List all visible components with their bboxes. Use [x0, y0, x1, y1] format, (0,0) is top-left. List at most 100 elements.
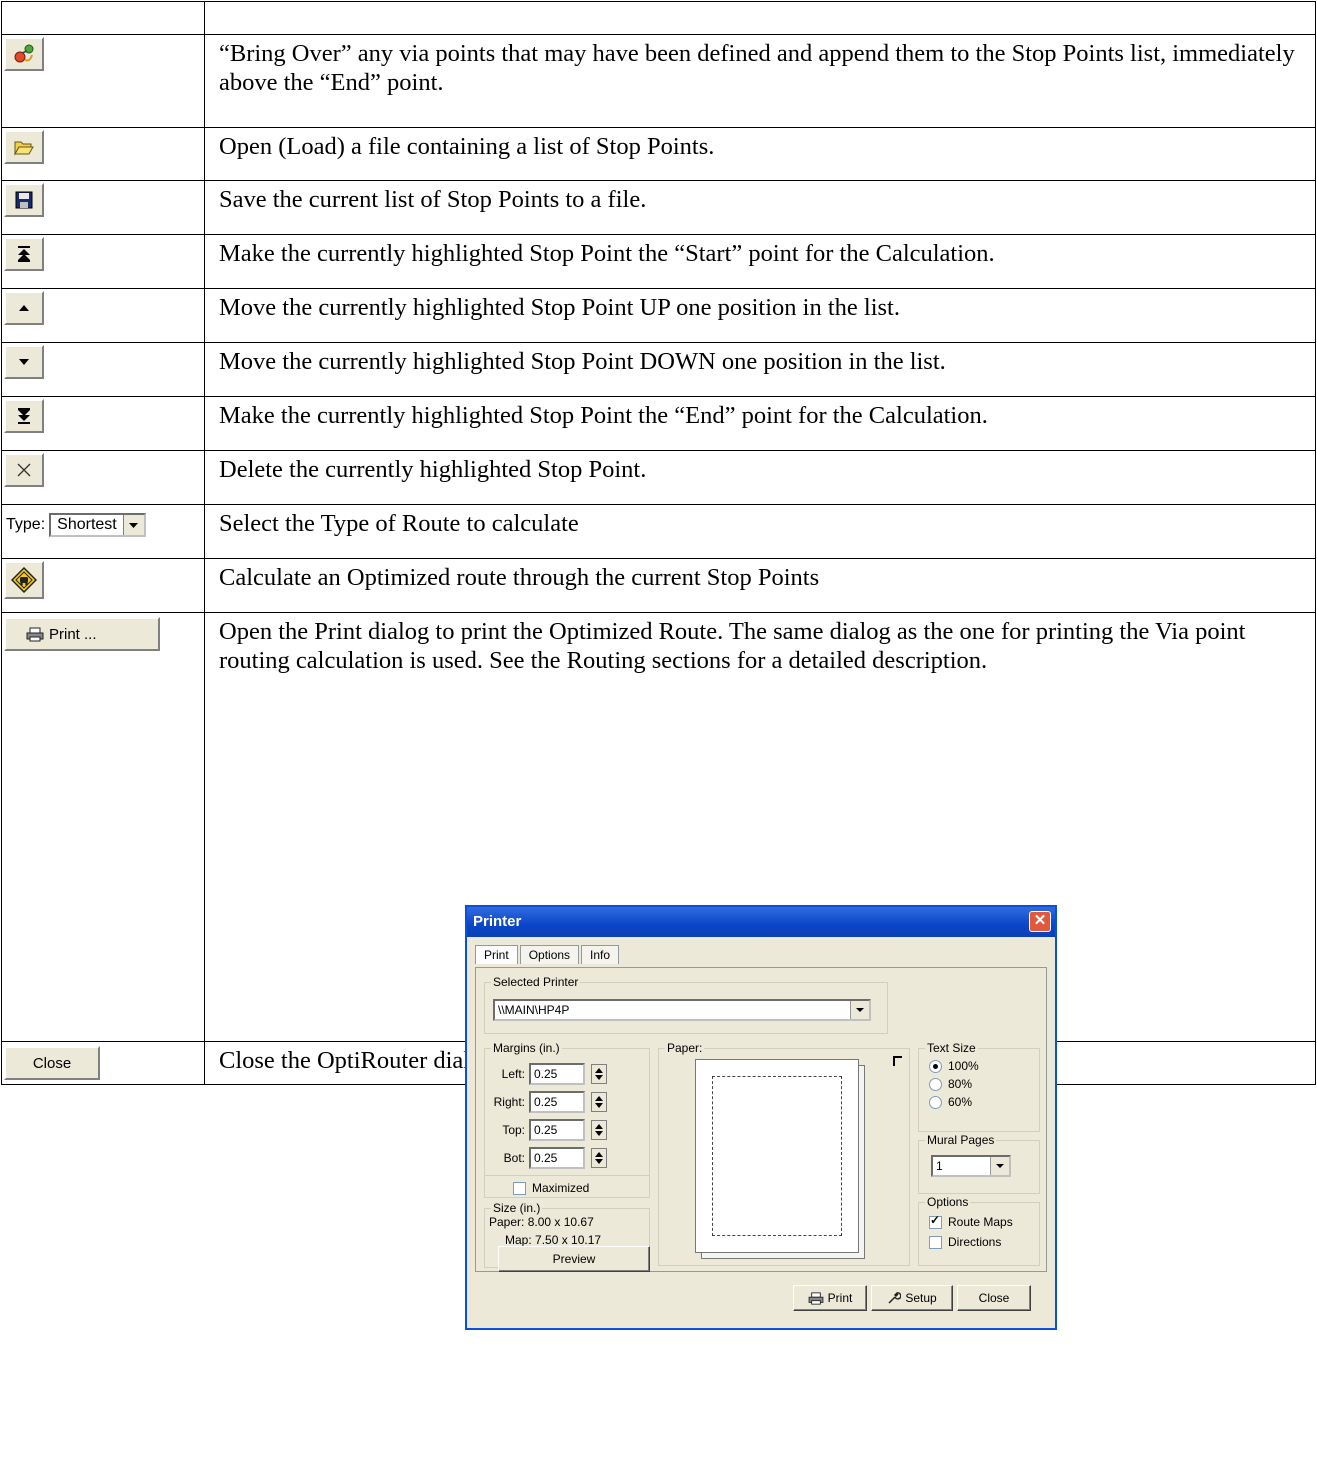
printer-icon — [26, 627, 44, 641]
dialog-close-button[interactable]: Close — [957, 1285, 1031, 1311]
row-description: Move the currently highlighted Stop Poin… — [219, 294, 900, 321]
text-size-label: Text Size — [925, 1041, 978, 1055]
text-size-100-radio[interactable]: 100% — [929, 1059, 979, 1073]
chevron-down-icon[interactable] — [850, 1001, 869, 1019]
move-up-icon — [19, 305, 29, 311]
spinner-icon[interactable] — [591, 1092, 607, 1112]
icon-cell — [1, 180, 205, 235]
setup-label: Setup — [905, 1291, 937, 1305]
printer-select[interactable]: \\MAIN\HP4P — [493, 999, 871, 1021]
text-size-group: Text Size 100% 80% 60% — [918, 1041, 1040, 1132]
move-to-top-icon — [18, 246, 30, 262]
icon-cell — [1, 34, 205, 128]
tab-info[interactable]: Info — [581, 945, 620, 964]
preview-button[interactable]: Preview — [498, 1246, 650, 1272]
spinner-icon[interactable] — [591, 1120, 607, 1140]
bring-over-button[interactable] — [4, 37, 44, 71]
margin-left-row: Left: 0.25 — [491, 1063, 607, 1085]
description-cell: Move the currently highlighted Stop Poin… — [204, 342, 1316, 397]
mural-pages-select[interactable]: 1 — [931, 1155, 1011, 1177]
route-type-label: Type: — [6, 516, 46, 533]
move-up-button[interactable] — [4, 291, 44, 325]
print-button[interactable]: Print ... — [4, 617, 160, 651]
radio-icon — [929, 1077, 942, 1091]
margin-right-row: Right: 0.25 — [491, 1091, 607, 1113]
description-cell: Make the currently highlighted Stop Poin… — [204, 396, 1316, 451]
table-row: Move the currently highlighted Stop Poin… — [1, 342, 1316, 397]
text-size-100-label: 100% — [948, 1059, 979, 1073]
text-size-80-radio[interactable]: 80% — [929, 1077, 972, 1091]
chevron-down-icon[interactable] — [122, 515, 144, 535]
table-cell — [204, 1, 1316, 35]
close-button[interactable]: Close — [4, 1046, 100, 1080]
margin-bottom-label: Bot: — [503, 1151, 525, 1165]
paper-sheet — [695, 1059, 859, 1253]
move-down-icon — [19, 359, 29, 365]
dialog-title-bar: Printer ✕ — [467, 907, 1055, 937]
table-header-row — [1, 1, 1316, 35]
route-type-select[interactable]: Shortest — [49, 513, 146, 537]
description-cell: Select the Type of Route to calculate — [204, 504, 1316, 559]
delete-x-icon — [17, 463, 31, 477]
icon-cell: Print ... — [1, 612, 205, 1042]
move-to-bottom-button[interactable] — [4, 399, 44, 433]
text-size-60-radio[interactable]: 60% — [929, 1095, 972, 1109]
directions-checkbox[interactable]: Directions — [929, 1235, 1001, 1249]
margin-left-input[interactable]: 0.25 — [529, 1063, 585, 1085]
open-button[interactable] — [4, 130, 44, 164]
orientation-icon[interactable] — [893, 1055, 903, 1067]
icon-cell: Type: Shortest — [1, 504, 205, 559]
icon-cell — [1, 234, 205, 289]
close-icon[interactable]: ✕ — [1029, 911, 1051, 932]
radio-icon — [929, 1095, 942, 1109]
margin-bottom-input[interactable]: 0.25 — [529, 1147, 585, 1169]
route-type-value: Shortest — [57, 516, 117, 533]
map-size-value: 7.50 x 10.17 — [535, 1233, 602, 1247]
mural-pages-label: Mural Pages — [925, 1133, 997, 1147]
dialog-print-button[interactable]: Print — [793, 1285, 867, 1311]
description-cell: “Bring Over” any via points that may hav… — [204, 34, 1316, 128]
table-cell — [1, 1, 205, 35]
description-cell: Delete the currently highlighted Stop Po… — [204, 450, 1316, 505]
margins-group: Margins (in.) Left: 0.25 Right: 0.25 Top… — [484, 1041, 650, 1198]
margin-top-input[interactable]: 0.25 — [529, 1119, 585, 1141]
printer-icon — [808, 1291, 824, 1305]
tab-print[interactable]: Print — [475, 945, 518, 964]
margin-left-label: Left: — [501, 1067, 525, 1081]
spinner-icon[interactable] — [591, 1064, 607, 1084]
delete-button[interactable] — [4, 453, 44, 487]
tab-options[interactable]: Options — [519, 945, 580, 964]
print-tab-panel: Selected Printer \\MAIN\HP4P Margins (in… — [475, 967, 1047, 1272]
printer-dialog: Printer ✕ Print Options Info Selected Pr… — [465, 905, 1057, 1330]
description-cell: Calculate an Optimized route through the… — [204, 558, 1316, 613]
chevron-down-icon[interactable] — [990, 1157, 1009, 1175]
icon-cell — [1, 396, 205, 451]
maximized-checkbox[interactable]: Maximized — [513, 1181, 589, 1195]
save-button[interactable] — [4, 183, 44, 217]
calculate-route-icon — [11, 567, 37, 593]
row-description: “Bring Over” any via points that may hav… — [219, 40, 1295, 96]
paper-preview-group: Paper: — [658, 1041, 910, 1266]
route-maps-checkbox[interactable]: Route Maps — [929, 1213, 1013, 1229]
setup-button[interactable]: Setup — [871, 1285, 953, 1311]
options-group: Options Route Maps Directions — [918, 1195, 1040, 1266]
icon-cell: Close — [1, 1041, 205, 1085]
route-maps-label: Route Maps — [948, 1215, 1013, 1229]
table-row: Type: Shortest Select the Type of Route … — [1, 504, 1316, 559]
row-description: Delete the currently highlighted Stop Po… — [219, 456, 647, 483]
maximized-label: Maximized — [532, 1181, 590, 1195]
icon-cell — [1, 342, 205, 397]
move-down-button[interactable] — [4, 345, 44, 379]
row-description: Open (Load) a file containing a list of … — [219, 133, 715, 160]
calculate-button[interactable] — [4, 561, 44, 599]
margin-right-input[interactable]: 0.25 — [529, 1091, 585, 1113]
divider — [485, 1175, 649, 1176]
table-row: Make the currently highlighted Stop Poin… — [1, 234, 1316, 289]
size-label: Size (in.) — [491, 1201, 543, 1215]
move-to-bottom-icon — [18, 408, 30, 424]
paper-size-label: Paper: — [489, 1215, 525, 1229]
selected-printer-group: Selected Printer \\MAIN\HP4P — [484, 975, 888, 1034]
move-to-top-button[interactable] — [4, 237, 44, 271]
spinner-icon[interactable] — [591, 1148, 607, 1168]
options-label: Options — [925, 1195, 971, 1209]
